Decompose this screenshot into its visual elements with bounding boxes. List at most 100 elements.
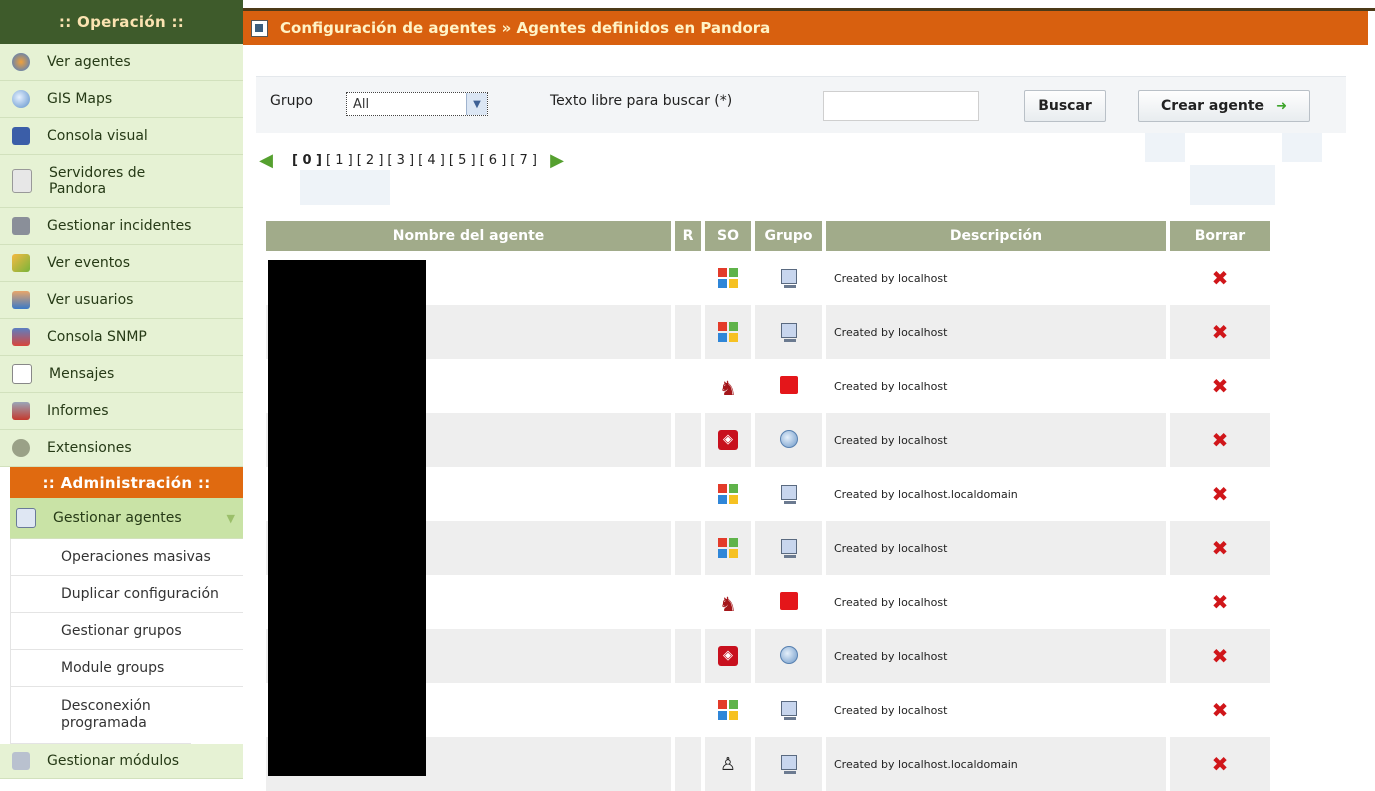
delete-icon[interactable]: ✖ xyxy=(1170,575,1270,629)
group-select-value: All xyxy=(353,96,370,112)
search-text-label: Texto libre para buscar (*) xyxy=(550,93,733,109)
monitor-icon xyxy=(12,127,30,145)
description-cell: Created by localhost xyxy=(826,683,1166,737)
description-cell: Created by localhost xyxy=(826,413,1166,467)
description-cell: Created by localhost xyxy=(826,359,1166,413)
page-links: [ 0 ] [ 1 ] [ 2 ][ 3 ] [ 4 ] [ 5 ] [ 6 ][ 7 ] xyxy=(290,153,539,168)
windows-os-icon xyxy=(718,322,738,342)
description-cell: Created by localhost xyxy=(826,575,1166,629)
group-cell xyxy=(755,467,822,521)
snmp-icon xyxy=(12,328,30,346)
group-cell xyxy=(755,737,822,791)
sidebar-item-label: Servidores de Pandora xyxy=(49,165,146,197)
sidebar-subitem-module-groups[interactable]: Module groups xyxy=(10,650,243,687)
delete-icon[interactable]: ✖ xyxy=(1170,683,1270,737)
solaris-os-icon: ◈ xyxy=(718,646,738,666)
firewall-group-icon xyxy=(779,375,798,394)
bsd-os-icon: ♞ xyxy=(719,376,737,400)
arrow-right-icon: ➜ xyxy=(1276,98,1287,114)
os-cell xyxy=(705,521,751,575)
description-cell: Created by localhost xyxy=(826,251,1166,305)
os-cell: ♞ xyxy=(705,359,751,413)
delete-icon[interactable]: ✖ xyxy=(1170,251,1270,305)
description-cell: Created by localhost.localdomain xyxy=(826,737,1166,791)
sidebar-item-informes[interactable]: Informes xyxy=(0,393,243,430)
last-page-icon[interactable]: ▶ xyxy=(547,150,567,171)
servers-group-icon xyxy=(780,701,797,720)
remote-config-cell xyxy=(675,575,701,629)
windows-os-icon xyxy=(718,538,738,558)
delete-icon[interactable]: ✖ xyxy=(1170,737,1270,791)
sidebar-item-label: Gestionar incidentes xyxy=(47,218,192,234)
page-link[interactable]: [ 3 ] xyxy=(387,153,414,168)
column-header-name[interactable]: Nombre del agente xyxy=(266,221,671,251)
search-button[interactable]: Buscar xyxy=(1024,90,1106,122)
column-header-description[interactable]: Descripción xyxy=(826,221,1166,251)
users-icon xyxy=(12,291,30,309)
sidebar-item-gis-maps[interactable]: GIS Maps xyxy=(0,81,243,118)
os-cell xyxy=(705,305,751,359)
sidebar-item-servidores[interactable]: Servidores de Pandora xyxy=(0,155,243,208)
column-header-group[interactable]: Grupo xyxy=(755,221,822,251)
sidebar-item-ver-eventos[interactable]: Ver eventos xyxy=(0,245,243,282)
events-icon xyxy=(12,254,30,272)
sidebar-item-extensiones[interactable]: Extensiones xyxy=(0,430,243,467)
page-link[interactable]: [ 7 ] xyxy=(510,153,537,168)
sidebar-subitem-duplicar-configuracion[interactable]: Duplicar configuración xyxy=(10,576,243,613)
sidebar-item-consola-snmp[interactable]: Consola SNMP xyxy=(0,319,243,356)
servers-group-icon xyxy=(780,485,797,504)
description-cell: Created by localhost.localdomain xyxy=(826,467,1166,521)
delete-icon[interactable]: ✖ xyxy=(1170,521,1270,575)
page-link[interactable]: [ 0 ] xyxy=(292,153,322,168)
sidebar-item-gestionar-incidentes[interactable]: Gestionar incidentes xyxy=(0,208,243,245)
page-link[interactable]: [ 2 ] xyxy=(357,153,384,168)
gears-icon xyxy=(12,439,30,457)
sidebar-subitem-desconexion-programada[interactable]: Desconexión programada xyxy=(10,687,191,744)
redacted-agent-names xyxy=(268,260,426,776)
sidebar-item-gestionar-modulos[interactable]: Gestionar módulos xyxy=(0,744,243,779)
description-cell: Created by localhost xyxy=(826,629,1166,683)
envelope-icon xyxy=(12,364,32,384)
sidebar-item-consola-visual[interactable]: Consola visual xyxy=(0,118,243,155)
group-cell xyxy=(755,251,822,305)
delete-icon[interactable]: ✖ xyxy=(1170,305,1270,359)
group-cell xyxy=(755,629,822,683)
agents-icon xyxy=(12,53,30,71)
sidebar-item-label: Gestionar agentes xyxy=(53,510,182,526)
filter-bar: Grupo All ▼ Texto libre para buscar (*) … xyxy=(256,76,1346,133)
servers-group-icon xyxy=(780,755,797,774)
sidebar-item-ver-agentes[interactable]: Ver agentes xyxy=(0,44,243,81)
create-agent-button[interactable]: Crear agente ➜ xyxy=(1138,90,1310,122)
page-link[interactable]: [ 6 ] xyxy=(480,153,507,168)
page-link[interactable]: [ 4 ] xyxy=(418,153,445,168)
sidebar-item-label: Gestionar módulos xyxy=(47,753,180,769)
solaris-os-icon: ◈ xyxy=(718,430,738,450)
agent-config-icon xyxy=(251,19,268,37)
globe-icon xyxy=(12,90,30,108)
column-header-r[interactable]: R xyxy=(675,221,701,251)
sidebar-item-gestionar-agentes[interactable]: Gestionar agentes ▼ xyxy=(10,498,243,539)
sidebar-subitem-operaciones-masivas[interactable]: Operaciones masivas xyxy=(10,539,243,576)
sidebar-item-ver-usuarios[interactable]: Ver usuarios xyxy=(0,282,243,319)
sidebar-subitem-gestionar-grupos[interactable]: Gestionar grupos xyxy=(10,613,243,650)
create-agent-button-label: Crear agente xyxy=(1161,98,1265,114)
description-cell: Created by localhost xyxy=(826,521,1166,575)
group-cell xyxy=(755,575,822,629)
delete-icon[interactable]: ✖ xyxy=(1170,467,1270,521)
page-link[interactable]: [ 1 ] xyxy=(326,153,353,168)
remote-config-cell xyxy=(675,683,701,737)
page-link[interactable]: [ 5 ] xyxy=(449,153,476,168)
chevron-down-icon[interactable]: ▼ xyxy=(466,93,487,115)
search-input[interactable] xyxy=(823,91,979,121)
group-select[interactable]: All ▼ xyxy=(346,92,488,116)
sidebar: :: Operación :: Ver agentes GIS Maps Con… xyxy=(0,0,243,785)
delete-icon[interactable]: ✖ xyxy=(1170,413,1270,467)
os-cell: ◈ xyxy=(705,413,751,467)
delete-icon[interactable]: ✖ xyxy=(1170,629,1270,683)
sidebar-item-mensajes[interactable]: Mensajes xyxy=(0,356,243,393)
pagination: ◀ [ 0 ] [ 1 ] [ 2 ][ 3 ] [ 4 ] [ 5 ] [ 6 ][ 7… xyxy=(256,150,567,171)
first-page-icon[interactable]: ◀ xyxy=(256,150,276,171)
column-header-so[interactable]: SO xyxy=(705,221,751,251)
delete-icon[interactable]: ✖ xyxy=(1170,359,1270,413)
windows-os-icon xyxy=(718,700,738,720)
